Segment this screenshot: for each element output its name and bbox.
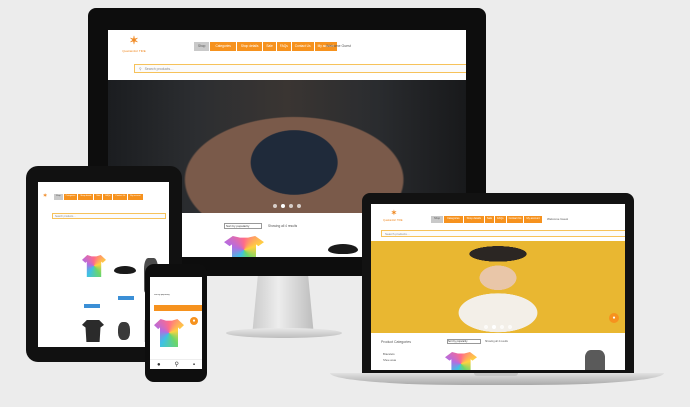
monitor-stand [252,276,314,332]
category-item[interactable]: Shoe wear [383,358,396,362]
nav-item-sale[interactable]: Sale [484,216,495,223]
category-item[interactable]: Bracelets [383,352,395,356]
search-placeholder: Search products… [385,231,410,236]
nav-item-shop[interactable]: Shop [54,194,63,200]
slider-dot[interactable] [273,204,277,208]
sort-select[interactable]: Sort by popularity [154,294,182,298]
search-icon[interactable]: ⚲ [175,361,179,368]
search-bar[interactable]: Search products… [52,213,166,219]
laptop-lid: ✶ Quatrainfort TIRE Shop Categories Shop… [362,193,634,373]
slider-dot[interactable] [508,325,512,329]
nav-item-categories[interactable]: Categories [63,194,78,200]
nav-item-account[interactable]: My account [524,216,542,223]
product-image-tshirt[interactable] [154,319,184,347]
search-placeholder: Search products… [144,66,174,71]
product-image-sandal[interactable] [114,266,136,274]
monitor-base [226,328,342,338]
user-icon[interactable]: ● [157,362,161,368]
nav-item-contact[interactable]: Contact Us [291,42,314,51]
tablet-nav: Shop Categories Shop details Sale FAQs C… [54,194,143,200]
nav-item-sale[interactable]: Sale [263,42,276,51]
site-header: ✶ Quatrainfort TIRE Shop Categories Shop… [108,30,466,60]
add-to-cart-button[interactable] [84,304,100,308]
cart-icon[interactable]: ▪ [193,362,195,368]
logo-text: Quatrainfort TIRE [383,219,403,222]
product-image-shirt-dark[interactable] [82,320,104,342]
star-logo-icon: ✶ [391,210,397,217]
slider-dot[interactable] [484,325,488,329]
add-to-cart-button[interactable] [118,296,134,300]
slider-dot[interactable] [289,204,293,208]
slider-dots[interactable] [371,325,625,329]
phone-screen: Sort by popularity ● ● ⚲ ▪ [150,277,202,369]
nav-item-shop-details[interactable]: Shop details [236,42,263,51]
search-bar[interactable]: ⚲ Search products… [134,64,466,73]
phone-device: Sort by popularity ● ● ⚲ ▪ [145,264,207,382]
product-image-dress[interactable] [585,350,605,370]
cart-icon[interactable]: ● [609,313,619,323]
nav-item-categories[interactable]: Categories [210,42,236,51]
star-logo-icon: ✶ [43,193,48,199]
nav-item-shop[interactable]: Shop [194,42,210,51]
logo-text: Quatrainfort TIRE [122,49,146,53]
nav-item-shop-details[interactable]: Shop details [78,194,94,200]
nav-item-account[interactable]: My account [128,194,143,200]
laptop-nav: Shop Categories Shop details Sale FAQs C… [431,216,542,223]
product-image-belt[interactable] [118,322,130,340]
product-image-tshirt[interactable] [445,352,477,370]
sort-select[interactable]: Sort by popularity [224,223,262,229]
search-icon: ⚲ [139,66,142,71]
slider-dot[interactable] [281,204,285,208]
star-logo-icon: ✶ [129,35,139,47]
search-placeholder: Search products… [55,214,76,218]
results-count: Showing all 4 results [485,340,508,343]
nav-item-shop[interactable]: Shop [431,216,444,223]
product-categories-heading: Product Categories [381,340,411,344]
bottom-bar: ● ⚲ ▪ [150,359,202,369]
search-bar[interactable]: Search products… [381,230,625,237]
product-image-tshirt[interactable] [82,255,106,277]
welcome-text: Welcome Guest [547,217,569,221]
nav-item-categories[interactable]: Categories [444,216,463,223]
nav-item-faqs[interactable]: FAQs [495,216,506,223]
hero-slider[interactable]: ● [371,241,625,333]
sort-select[interactable]: Sort by popularity [447,339,481,344]
slider-dot[interactable] [297,204,301,208]
results-count: Showing all 4 results [268,224,298,228]
menu-bar [154,305,202,311]
slider-dot[interactable] [492,325,496,329]
main-nav: Shop Categories Shop details Sale FAQs C… [194,42,337,51]
nav-item-faqs[interactable]: FAQs [103,194,113,200]
site-logo[interactable]: ✶ Quatrainfort TIRE [116,35,152,54]
welcome-text: Welcome Guest [326,44,351,48]
product-image-tshirt[interactable] [224,236,264,257]
nav-item-faqs[interactable]: FAQs [276,42,291,51]
nav-item-shop-details[interactable]: Shop details [463,216,484,223]
laptop-notch [474,373,518,376]
product-image-sandal[interactable] [328,244,358,254]
nav-item-contact[interactable]: Contact Us [113,194,128,200]
laptop-screen: ✶ Quatrainfort TIRE Shop Categories Shop… [371,204,625,370]
nav-item-sale[interactable]: Sale [94,194,103,200]
cart-icon[interactable]: ● [190,317,198,325]
slider-dot[interactable] [500,325,504,329]
nav-item-contact[interactable]: Contact Us [506,216,524,223]
